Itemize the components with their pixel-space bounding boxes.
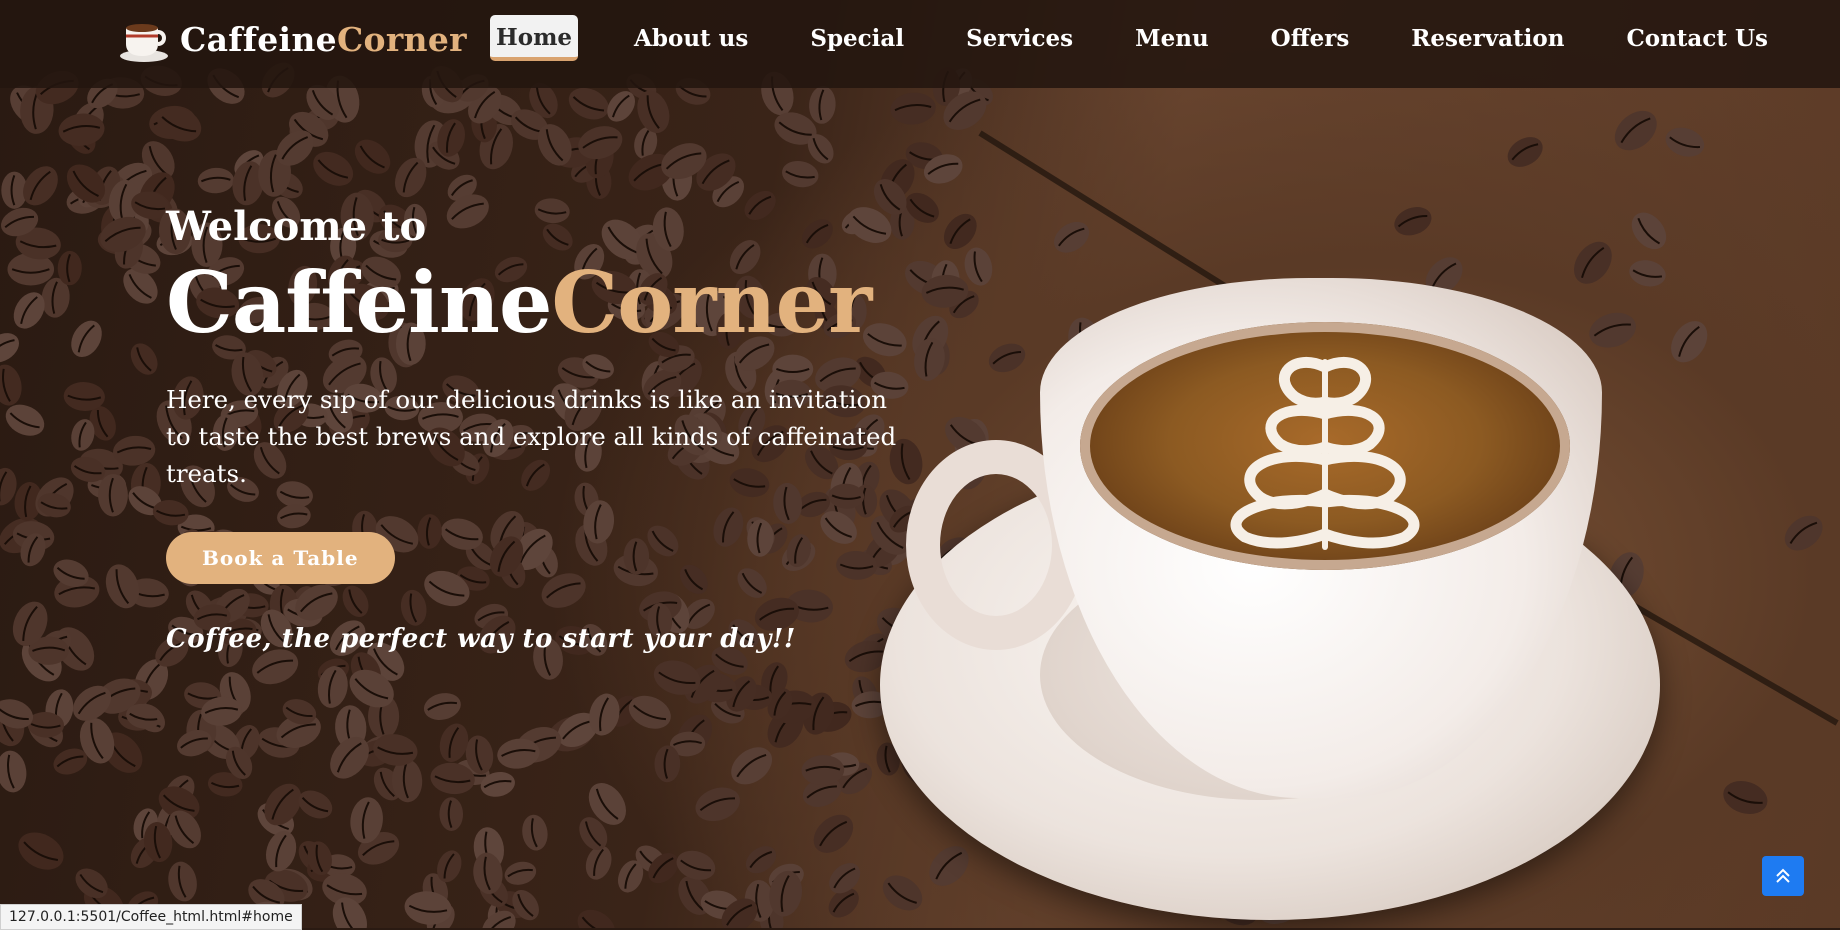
coffee-bean	[1614, 110, 1657, 151]
brand-logo[interactable]: CaffeineCorner	[118, 14, 467, 64]
coffee-surface	[1080, 322, 1570, 570]
nav-menu[interactable]: Menu	[1129, 16, 1215, 61]
browser-status-bar: 127.0.0.1:5501/Coffee_html.html#home	[0, 904, 302, 930]
hero-tagline: Coffee, the perfect way to start your da…	[166, 624, 796, 655]
coffee-bean	[168, 861, 197, 902]
coffee-bean	[0, 364, 22, 406]
coffee-bean	[18, 832, 64, 870]
latte-cup-illustration	[870, 270, 1790, 928]
nav-about-us[interactable]: About us	[628, 16, 754, 61]
top-navbar: CaffeineCorner Home About us Special Ser…	[0, 0, 1840, 88]
coffee-bean	[577, 909, 615, 928]
coffee-bean	[568, 87, 609, 120]
book-table-button[interactable]: Book a Table	[166, 532, 395, 585]
scroll-to-top-button[interactable]	[1762, 856, 1804, 896]
coffee-bean	[813, 814, 854, 853]
coffee-bean	[130, 343, 158, 375]
coffee-bean	[197, 167, 235, 194]
coffee-bean	[782, 160, 819, 188]
coffee-bean	[1665, 127, 1705, 157]
latte-art-icon	[1230, 357, 1420, 550]
hero-section: Welcome to CaffeineCorner Here, every si…	[166, 205, 926, 654]
brand-name: CaffeineCorner	[180, 20, 467, 59]
coffee-bean	[439, 797, 464, 831]
coffee-bean	[731, 747, 773, 785]
nav-special[interactable]: Special	[804, 16, 910, 61]
coffee-bean	[890, 92, 936, 125]
coffee-bean	[98, 473, 128, 517]
nav-offers[interactable]: Offers	[1265, 16, 1356, 61]
coffee-bean	[504, 861, 537, 885]
coffee-bean	[354, 139, 391, 174]
coffee-bean	[0, 750, 27, 793]
brand-name-first: Caffeine	[180, 19, 337, 59]
coffee-bean	[313, 151, 354, 186]
nav-services[interactable]: Services	[960, 16, 1079, 61]
nav-contact-us[interactable]: Contact Us	[1620, 16, 1774, 61]
nav-home[interactable]: Home	[490, 15, 579, 61]
coffee-cup-icon	[120, 24, 168, 62]
coffee-bean	[809, 86, 836, 124]
hero-title: CaffeineCorner	[166, 258, 926, 347]
coffee-bean	[298, 790, 333, 819]
coffee-bean	[265, 830, 297, 872]
nav-reservation[interactable]: Reservation	[1405, 16, 1570, 61]
coffee-bean	[1631, 212, 1667, 250]
hero-title-first: Caffeine	[166, 253, 552, 352]
coffee-bean	[676, 850, 716, 880]
brand-name-second: Corner	[336, 19, 467, 59]
double-chevron-up-icon	[1776, 868, 1790, 883]
coffee-bean	[1394, 207, 1432, 236]
coffee-bean	[71, 320, 102, 358]
hero-welcome: Welcome to	[166, 203, 427, 250]
main-nav: Home About us Special Services Menu Offe…	[490, 15, 1824, 61]
coffee-bean	[1053, 221, 1090, 253]
coffee-bean	[0, 333, 20, 363]
coffee-bean	[1507, 137, 1543, 167]
coffee-bean	[156, 106, 202, 142]
hero-title-second: Corner	[551, 253, 872, 352]
coffee-bean	[695, 787, 740, 822]
coffee-bean	[423, 693, 461, 720]
hero-description: Here, every sip of our delicious drinks …	[166, 385, 897, 489]
coffee-bean	[522, 814, 548, 851]
